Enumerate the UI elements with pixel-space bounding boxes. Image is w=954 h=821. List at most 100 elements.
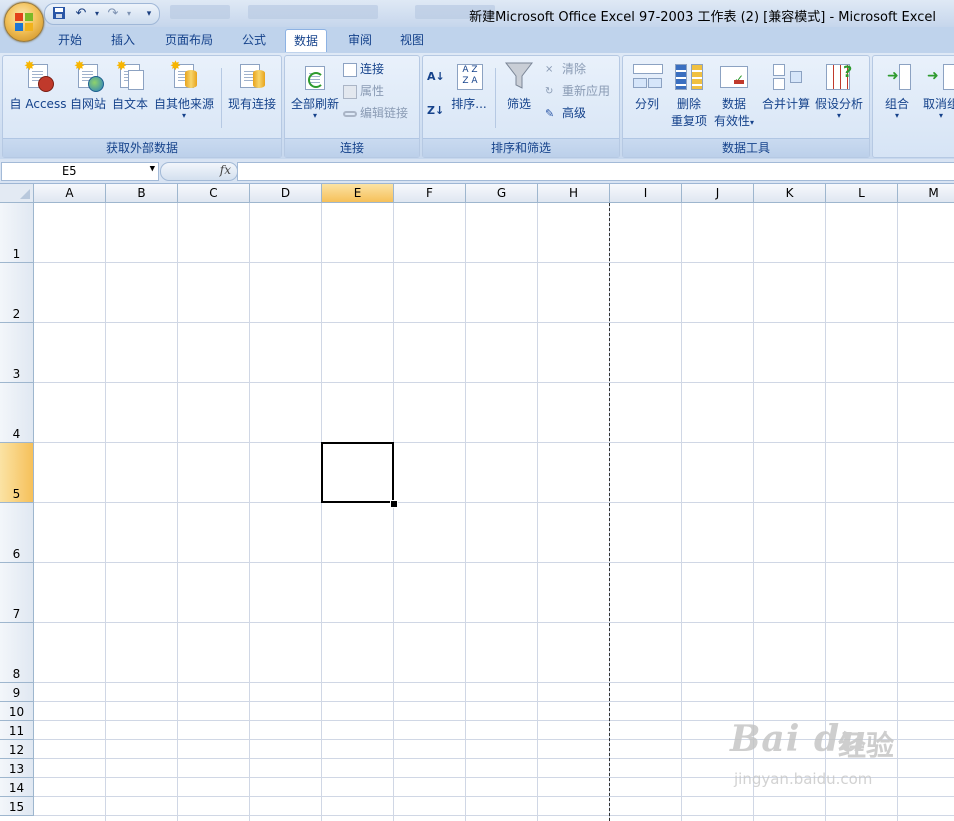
- select-all-corner[interactable]: [0, 184, 34, 203]
- row-header-13[interactable]: 13: [0, 759, 34, 778]
- active-cell[interactable]: [321, 442, 394, 503]
- dropdown-arrow-icon: ▾: [836, 111, 841, 120]
- column-header-h[interactable]: H: [538, 184, 610, 203]
- dropdown-arrow-icon: ▾: [938, 111, 943, 120]
- refresh-icon: [299, 60, 331, 92]
- group-label-data-tools: 数据工具: [623, 138, 869, 157]
- row-header-3[interactable]: 3: [0, 323, 34, 383]
- row-header-10[interactable]: 10: [0, 702, 34, 721]
- row-header-6[interactable]: 6: [0, 503, 34, 563]
- tab-formulas[interactable]: 公式: [234, 29, 274, 51]
- from-access-button[interactable]: ✸ 自 Access: [7, 60, 69, 112]
- text-to-columns-button[interactable]: 分列: [627, 60, 667, 112]
- column-header-j[interactable]: J: [682, 184, 754, 203]
- remove-duplicates-button[interactable]: 删除 重复项: [669, 60, 709, 129]
- row-number: 9: [12, 686, 21, 700]
- taskbar-tabs: [170, 5, 500, 21]
- redo-dropdown-icon[interactable]: ▾: [121, 6, 137, 22]
- existing-connections-button[interactable]: 现有连接: [225, 60, 279, 112]
- column-header-b[interactable]: B: [106, 184, 178, 203]
- dropdown-arrow-icon: ▾: [181, 111, 186, 120]
- data-validation-button[interactable]: ✓ 数据 有效性▾: [711, 60, 757, 129]
- filter-funnel-icon: [503, 60, 535, 92]
- row-header-5[interactable]: 5: [0, 443, 34, 503]
- clear-filter-button[interactable]: ⨯ 清除: [545, 60, 586, 78]
- reapply-button[interactable]: ↻ 重新应用: [545, 82, 610, 100]
- properties-button[interactable]: 属性: [343, 82, 384, 100]
- row-header-8[interactable]: 8: [0, 623, 34, 683]
- group-label-sort-filter: 排序和筛选: [423, 138, 619, 157]
- column-header-k[interactable]: K: [754, 184, 826, 203]
- column-header-d[interactable]: D: [250, 184, 322, 203]
- row-header-9[interactable]: 9: [0, 683, 34, 702]
- row-header-14[interactable]: 14: [0, 778, 34, 797]
- reapply-icon: ↻: [545, 85, 554, 97]
- save-icon[interactable]: [51, 6, 67, 22]
- advanced-filter-button[interactable]: ✎ 高级: [545, 104, 586, 122]
- office-logo-icon: [15, 13, 33, 31]
- advanced-filter-icon: ✎: [545, 106, 555, 120]
- tab-home[interactable]: 开始: [50, 29, 90, 51]
- tab-review[interactable]: 审阅: [340, 29, 380, 51]
- sort-ascending-button[interactable]: A↓: [427, 68, 445, 86]
- column-header-g[interactable]: G: [466, 184, 538, 203]
- tab-view[interactable]: 视图: [392, 29, 432, 51]
- row-number: 14: [8, 781, 25, 795]
- tab-page-layout[interactable]: 页面布局: [157, 29, 221, 51]
- row-number: 2: [12, 307, 21, 321]
- window-title: 新建Microsoft Office Excel 97-2003 工作表 (2)…: [469, 10, 936, 25]
- clear-filter-icon: ⨯: [545, 63, 554, 75]
- row-number: 13: [8, 762, 25, 776]
- refresh-all-button[interactable]: 全部刷新 ▾: [289, 60, 341, 120]
- sort-descending-icon: Z↓: [427, 104, 445, 117]
- from-web-button[interactable]: ✸ 自网站: [67, 60, 109, 112]
- formula-bar: E5 ▼ fx: [0, 159, 954, 184]
- row-header-2[interactable]: 2: [0, 263, 34, 323]
- sort-descending-button[interactable]: Z↓: [427, 102, 444, 120]
- name-box-dropdown-icon[interactable]: ▼: [150, 164, 155, 174]
- column-header-i[interactable]: I: [610, 184, 682, 203]
- tab-insert[interactable]: 插入: [103, 29, 143, 51]
- filter-button[interactable]: 筛选: [499, 60, 539, 112]
- from-other-sources-button[interactable]: ✸ 自其他来源 ▾: [151, 60, 217, 120]
- customize-icon[interactable]: ▾: [141, 6, 157, 22]
- row-header-11[interactable]: 11: [0, 721, 34, 740]
- sort-icon: A ZZ A: [453, 60, 485, 92]
- column-header-c[interactable]: C: [178, 184, 250, 203]
- column-header-a[interactable]: A: [34, 184, 106, 203]
- group-outline: ➜ 组合 ▾ ➜ 取消组 ▾: [872, 55, 954, 158]
- fill-handle[interactable]: [390, 500, 398, 508]
- insert-function-icon[interactable]: fx: [220, 163, 231, 177]
- undo-dropdown-icon[interactable]: ▾: [89, 6, 105, 22]
- link-icon: [343, 110, 357, 117]
- row-header-15[interactable]: 15: [0, 797, 34, 816]
- row-header-4[interactable]: 4: [0, 383, 34, 443]
- column-header-e[interactable]: E: [322, 184, 394, 203]
- edit-links-button[interactable]: 编辑链接: [343, 104, 408, 122]
- row-header-1[interactable]: 1: [0, 203, 34, 263]
- from-text-button[interactable]: ✸ 自文本: [109, 60, 151, 112]
- row-header-7[interactable]: 7: [0, 563, 34, 623]
- row-number: 5: [12, 487, 21, 501]
- access-icon: ✸: [22, 60, 54, 92]
- ungroup-button[interactable]: ➜ 取消组 ▾: [919, 60, 954, 120]
- row-header-12[interactable]: 12: [0, 740, 34, 759]
- consolidate-button[interactable]: 合并计算: [761, 60, 811, 112]
- undo-icon[interactable]: ↶: [73, 6, 89, 22]
- office-button[interactable]: [4, 2, 44, 42]
- what-if-analysis-button[interactable]: ? 假设分析 ▾: [813, 60, 865, 120]
- redo-icon[interactable]: ↷: [105, 6, 121, 22]
- tab-data[interactable]: 数据: [285, 29, 328, 52]
- column-header-m[interactable]: M: [898, 184, 954, 203]
- row-number: 8: [12, 667, 21, 681]
- sort-button[interactable]: A ZZ A 排序...: [449, 60, 489, 112]
- sort-ascending-icon: A↓: [427, 70, 445, 83]
- name-box[interactable]: E5 ▼: [1, 162, 159, 181]
- column-header-l[interactable]: L: [826, 184, 898, 203]
- column-header-f[interactable]: F: [394, 184, 466, 203]
- formula-input[interactable]: [237, 162, 954, 181]
- connections-button[interactable]: 连接: [343, 60, 384, 78]
- group-button[interactable]: ➜ 组合 ▾: [877, 60, 917, 120]
- dropdown-arrow-icon: ▾: [750, 118, 755, 127]
- group-get-external-data: ✸ 自 Access ✸ 自网站 ✸ 自文本 ✸ 自其他来源 ▾ 现有连接 获取…: [2, 55, 282, 158]
